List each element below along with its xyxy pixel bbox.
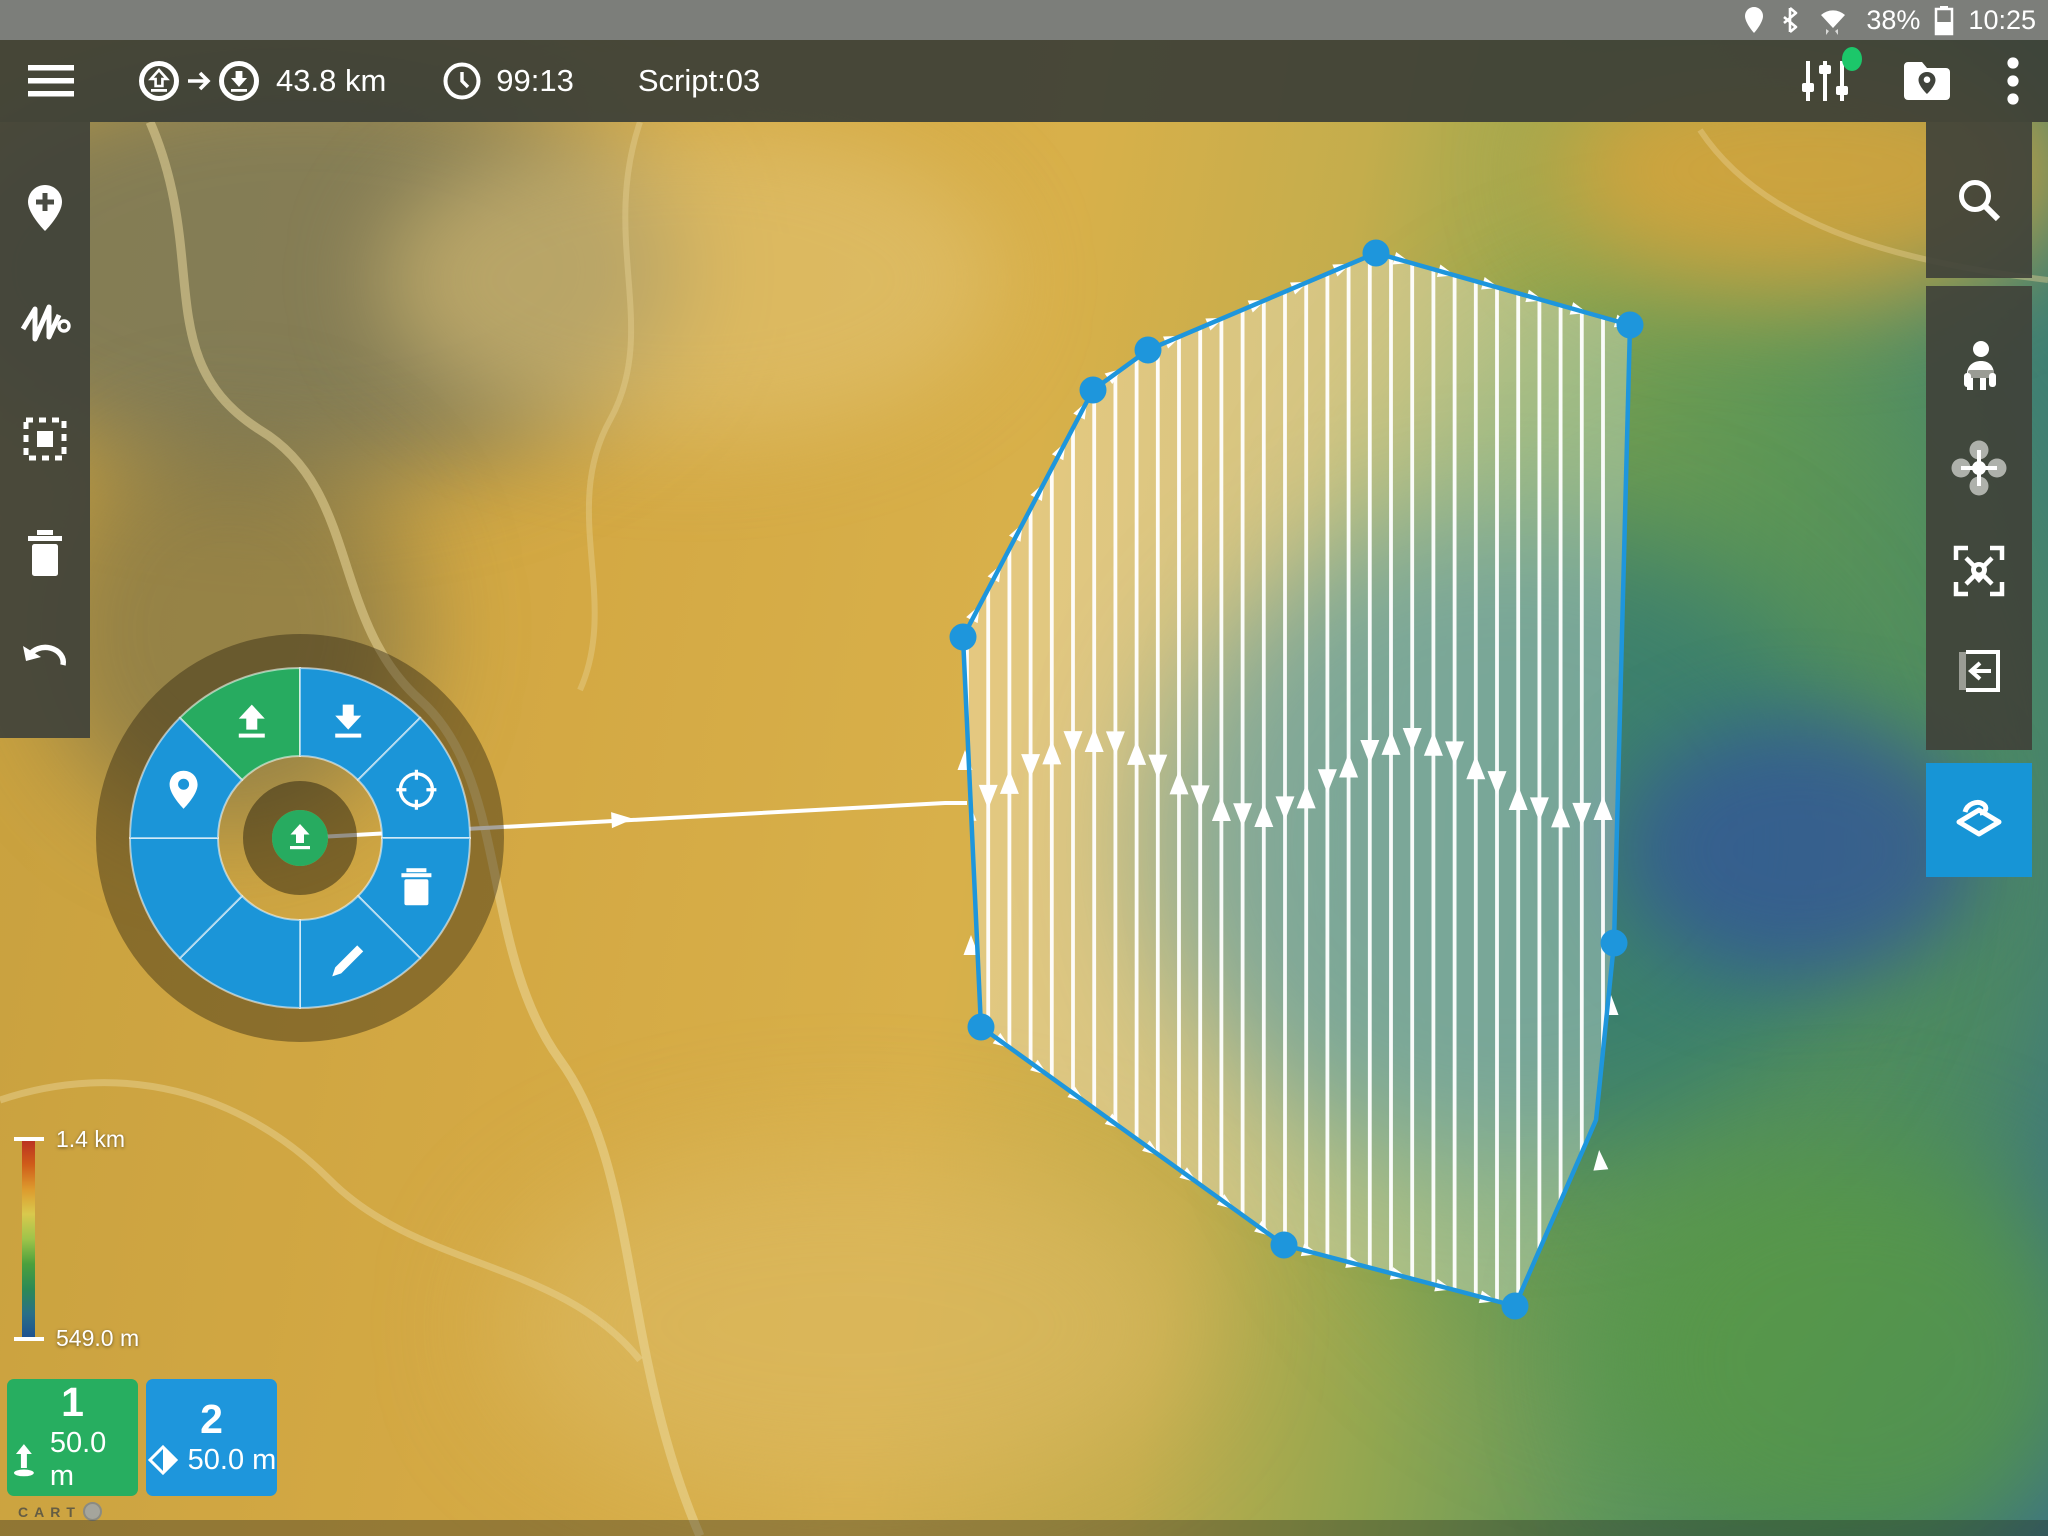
location-icon [1742, 5, 1766, 35]
waypoint-card-2[interactable]: 2 50.0 m [146, 1379, 277, 1496]
elevation-legend: 1.4 km 549.0 m [14, 1125, 274, 1365]
route-distance-indicator[interactable] [138, 60, 260, 102]
survey-vertex-handle[interactable] [1363, 240, 1390, 267]
app-toolbar: 43.8 km 99:13 Script:03 [0, 40, 2048, 122]
landing-circle-icon [218, 60, 260, 102]
add-waypoint-button[interactable] [22, 183, 68, 233]
delete-button[interactable] [24, 529, 66, 577]
mission-folder-button[interactable] [1900, 58, 1954, 104]
mission-folder-icon [1900, 58, 1954, 104]
fit-to-location-icon [1952, 544, 2006, 598]
survey-vertex-handle[interactable] [968, 1014, 995, 1041]
bluetooth-icon [1780, 5, 1800, 35]
survey-vertex-handle[interactable] [1601, 930, 1628, 957]
legend-tick-max [14, 1137, 44, 1141]
mission-time-indicator[interactable]: 99:13 [442, 61, 574, 101]
survey-vertex-handle[interactable] [1271, 1232, 1298, 1259]
arrow-right-icon [186, 69, 212, 93]
delete-icon [401, 868, 431, 905]
view-toolbar [1926, 286, 2032, 750]
clock-time: 10:25 [1968, 5, 2036, 36]
operator-icon [1954, 340, 2004, 392]
connector-arrow [611, 811, 634, 828]
legend-tick-min [14, 1337, 44, 1341]
overflow-menu-button[interactable] [2006, 55, 2020, 107]
collapse-panel-button[interactable] [1957, 646, 2001, 696]
waypoint-number: 2 [200, 1399, 223, 1440]
waypoint-radial-menu[interactable] [88, 626, 512, 1050]
edit-toolbar [0, 122, 90, 738]
overflow-menu-icon [2006, 55, 2020, 107]
bottom-shade [0, 1520, 2048, 1536]
survey-vertex-handle[interactable] [1080, 377, 1107, 404]
survey-vertex-handle[interactable] [950, 624, 977, 651]
route-arrow [1592, 1149, 1609, 1170]
drone-icon [1951, 440, 2007, 496]
survey-segment-icon [147, 1444, 179, 1476]
layers-icon [1951, 792, 2007, 848]
survey-vertex-handle[interactable] [1135, 337, 1162, 364]
telemetry-status-dot [1842, 47, 1862, 71]
survey-area-fill[interactable] [963, 253, 1630, 1306]
survey-vertex-handle[interactable] [1617, 312, 1644, 339]
layers-button[interactable] [1951, 792, 2007, 848]
legend-max-label: 1.4 km [56, 1126, 125, 1153]
delete-icon [24, 529, 66, 577]
search-button[interactable] [1954, 175, 2004, 225]
mission-time-value: 99:13 [496, 63, 574, 99]
drone-button[interactable] [1951, 440, 2007, 496]
undo-button[interactable] [20, 643, 70, 677]
fit-to-location-button[interactable] [1952, 544, 2006, 598]
route-profile-icon [19, 299, 71, 349]
undo-icon [20, 643, 70, 677]
waypoint-altitude: 50.0 m [188, 1444, 277, 1477]
takeoff-icon [7, 1442, 41, 1478]
elevation-gradient-bar [22, 1139, 35, 1339]
search-panel [1926, 122, 2032, 278]
legend-min-label: 549.0 m [56, 1325, 139, 1352]
clock-icon [442, 61, 482, 101]
script-label[interactable]: Script:03 [638, 63, 760, 99]
menu-button[interactable] [28, 63, 74, 99]
survey-area-button[interactable] [21, 415, 69, 463]
wifi-icon [1814, 4, 1852, 36]
takeoff-circle-icon [138, 60, 180, 102]
telemetry-sliders-icon [1802, 55, 1848, 107]
waypoint-card-1[interactable]: 1 50.0 m [7, 1379, 138, 1496]
route-profile-button[interactable] [19, 299, 71, 349]
battery-icon [1934, 4, 1954, 36]
operator-button[interactable] [1954, 340, 2004, 392]
waypoint-altitude: 50.0 m [50, 1427, 138, 1493]
android-status-bar: 38% 10:25 [0, 0, 2048, 40]
layers-panel [1926, 763, 2032, 877]
menu-icon [28, 63, 74, 99]
waypoint-number: 1 [61, 1382, 84, 1423]
survey-area-icon [21, 415, 69, 463]
add-waypoint-pin-icon [22, 183, 68, 233]
battery-percent: 38% [1866, 5, 1920, 36]
search-icon [1954, 175, 2004, 225]
app-screen: 38% 10:25 43.8 km [0, 0, 2048, 1536]
map-attribution: CART [18, 1502, 102, 1521]
route-distance-value: 43.8 km [276, 63, 386, 99]
collapse-panel-icon [1957, 646, 2001, 696]
attribution-text: CART [18, 1504, 81, 1520]
telemetry-button[interactable] [1802, 55, 1848, 107]
survey-vertex-handle[interactable] [1502, 1293, 1529, 1320]
carto-o-icon [83, 1502, 102, 1521]
